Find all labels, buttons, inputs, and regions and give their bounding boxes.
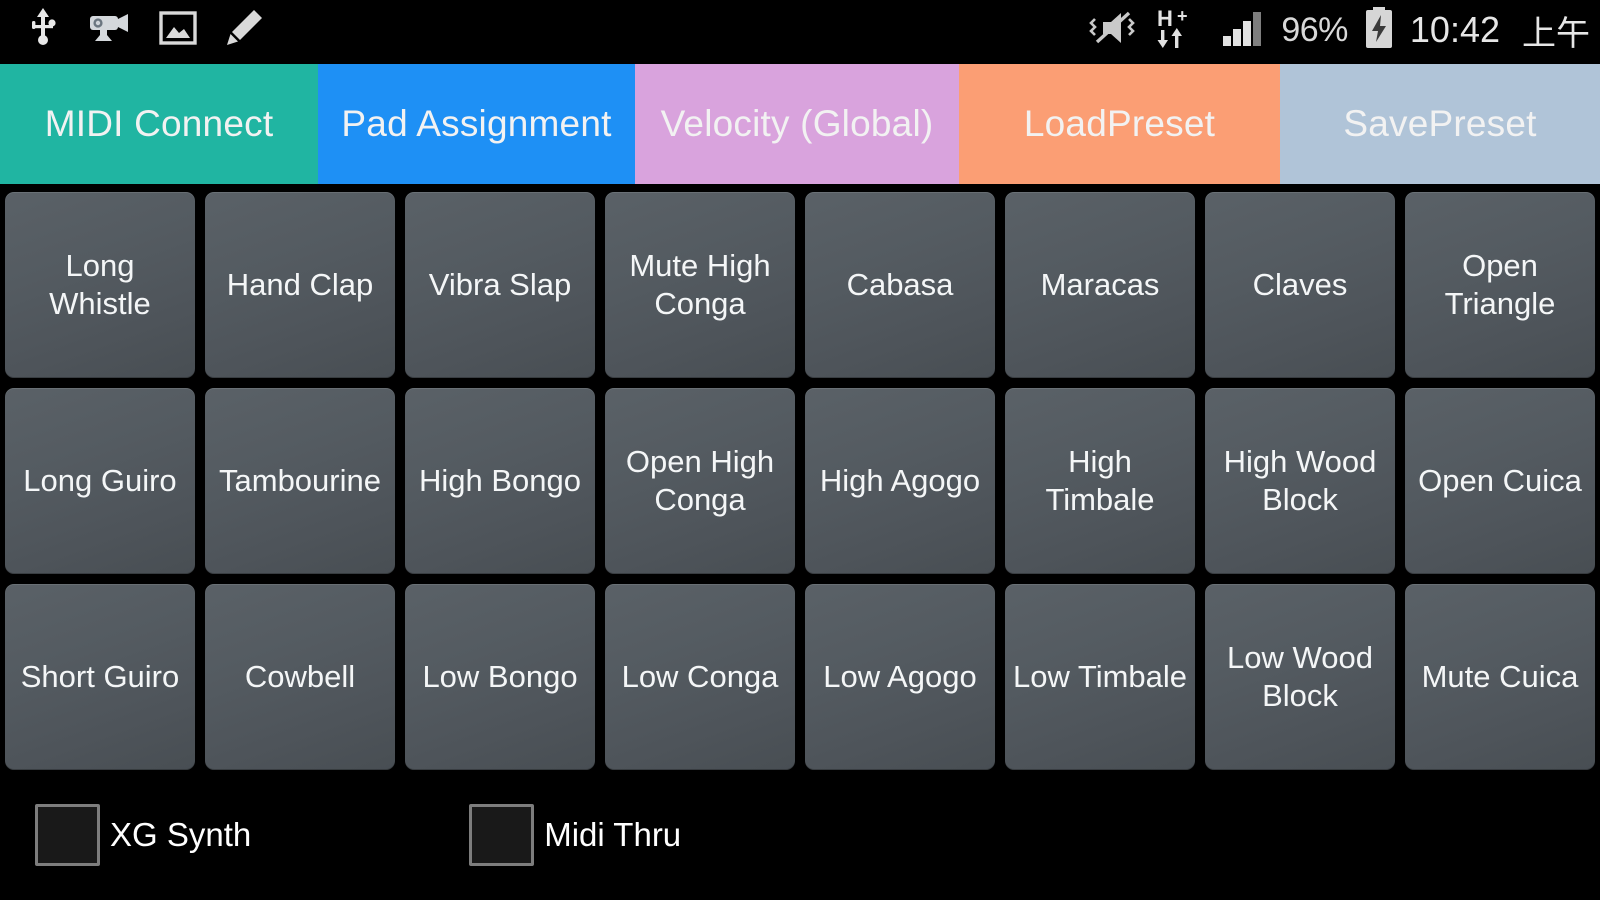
drum-pad[interactable]: Low Wood Block bbox=[1205, 584, 1395, 770]
drum-pad[interactable]: Maracas bbox=[1005, 192, 1195, 378]
drum-pad[interactable]: Low Conga bbox=[605, 584, 795, 770]
tab-bar: MIDI Connect Pad Assignment Velocity (Gl… bbox=[0, 64, 1600, 184]
drum-pad[interactable]: High Agogo bbox=[805, 388, 995, 574]
drum-pad[interactable]: Long Whistle bbox=[5, 192, 195, 378]
status-bar-left-icons bbox=[0, 7, 264, 53]
drum-pad[interactable]: Cowbell bbox=[205, 584, 395, 770]
pad-label: Low Timbale bbox=[1012, 658, 1188, 694]
bottom-options-bar: XG Synth Midi Thru bbox=[0, 770, 1600, 900]
drum-pad[interactable]: Tambourine bbox=[205, 388, 395, 574]
gallery-image-icon bbox=[158, 10, 198, 51]
screen-recorder-camera-icon bbox=[86, 10, 132, 51]
status-bar-right-icons: H + 96% 10:42 上午 bbox=[1087, 0, 1590, 60]
drum-pad[interactable]: Low Timbale bbox=[1005, 584, 1195, 770]
pad-label: Claves bbox=[1252, 266, 1348, 302]
drum-pad[interactable]: High Wood Block bbox=[1205, 388, 1395, 574]
battery-charging-icon bbox=[1362, 6, 1396, 54]
pad-label: Mute High Conga bbox=[629, 247, 771, 321]
pad-label: Cabasa bbox=[846, 266, 954, 302]
svg-text:H: H bbox=[1157, 6, 1173, 31]
tab-load-preset[interactable]: LoadPreset bbox=[959, 64, 1280, 184]
pad-label: High Bongo bbox=[418, 462, 581, 498]
pad-label: Long Whistle bbox=[49, 247, 151, 321]
drum-pad[interactable]: Mute High Conga bbox=[605, 192, 795, 378]
pad-label: Cowbell bbox=[244, 658, 356, 694]
tab-label: SavePreset bbox=[1343, 103, 1537, 144]
drum-pad[interactable]: Hand Clap bbox=[205, 192, 395, 378]
midi-thru-checkbox[interactable] bbox=[469, 804, 535, 866]
pad-label: Low Wood Block bbox=[1227, 639, 1373, 713]
drum-pad[interactable]: Open Triangle bbox=[1405, 192, 1595, 378]
pad-row: Short Guiro Cowbell Low Bongo Low Conga … bbox=[5, 584, 1595, 770]
tab-label: MIDI Connect bbox=[44, 103, 274, 144]
xg-synth-label: XG Synth bbox=[110, 816, 252, 853]
tab-label: Velocity (Global) bbox=[660, 103, 934, 144]
tab-save-preset[interactable]: SavePreset bbox=[1280, 64, 1600, 184]
sound-mute-vibrate-icon bbox=[1087, 8, 1141, 53]
status-bar: H + 96% 10:42 上午 bbox=[0, 0, 1600, 60]
pad-label: Open High Conga bbox=[625, 443, 775, 517]
pad-label: Open Cuica bbox=[1418, 462, 1582, 498]
pad-label: Low Conga bbox=[621, 658, 779, 694]
pad-row: Long Whistle Hand Clap Vibra Slap Mute H… bbox=[5, 192, 1595, 378]
drum-pad[interactable]: Long Guiro bbox=[5, 388, 195, 574]
drum-pad[interactable]: Mute Cuica bbox=[1405, 584, 1595, 770]
drum-pad[interactable]: Open High Conga bbox=[605, 388, 795, 574]
drum-pad[interactable]: Open Cuica bbox=[1405, 388, 1595, 574]
tab-velocity-global[interactable]: Velocity (Global) bbox=[635, 64, 959, 184]
signal-bars-icon bbox=[1221, 8, 1267, 53]
midi-thru-label: Midi Thru bbox=[544, 816, 682, 853]
battery-percent-label: 96% bbox=[1281, 10, 1348, 49]
tab-label: LoadPreset bbox=[1023, 103, 1216, 144]
pad-label: Long Guiro bbox=[23, 462, 177, 498]
pad-label: Vibra Slap bbox=[428, 266, 572, 302]
pad-label: Short Guiro bbox=[20, 658, 180, 694]
pad-label: High Timbale bbox=[1045, 443, 1155, 517]
tab-label: Pad Assignment bbox=[341, 103, 612, 144]
usb-icon bbox=[26, 7, 60, 53]
pad-label: Open Triangle bbox=[1444, 247, 1556, 321]
drum-pad[interactable]: Claves bbox=[1205, 192, 1395, 378]
drum-pad-grid: Long Whistle Hand Clap Vibra Slap Mute H… bbox=[5, 192, 1595, 770]
clock-time-label: 10:42 bbox=[1409, 9, 1500, 50]
pad-label: Mute Cuica bbox=[1421, 658, 1579, 694]
pad-label: Low Bongo bbox=[422, 658, 578, 694]
svg-text:+: + bbox=[1177, 6, 1188, 26]
tab-pad-assignment[interactable]: Pad Assignment bbox=[318, 64, 635, 184]
pad-row: Long Guiro Tambourine High Bongo Open Hi… bbox=[5, 388, 1595, 574]
drum-pad[interactable]: Cabasa bbox=[805, 192, 995, 378]
midi-thru-option[interactable]: Midi Thru bbox=[469, 804, 681, 866]
pencil-edit-icon bbox=[224, 8, 264, 53]
pad-label: Hand Clap bbox=[226, 266, 374, 302]
pad-label: Maracas bbox=[1040, 266, 1160, 302]
pad-label: Tambourine bbox=[219, 462, 381, 498]
drum-pad[interactable]: Low Bongo bbox=[405, 584, 595, 770]
drum-pad[interactable]: Vibra Slap bbox=[405, 192, 595, 378]
hsdpa-plus-data-icon: H + bbox=[1155, 6, 1207, 55]
clock-ampm-label: 上午 bbox=[1522, 14, 1590, 53]
tab-midi-connect[interactable]: MIDI Connect bbox=[0, 64, 318, 184]
drum-pad[interactable]: Low Agogo bbox=[805, 584, 995, 770]
pad-label: High Agogo bbox=[819, 462, 981, 498]
pad-label: Low Agogo bbox=[823, 658, 977, 694]
pad-label: High Wood Block bbox=[1223, 443, 1377, 517]
drum-pad[interactable]: High Timbale bbox=[1005, 388, 1195, 574]
drum-pad[interactable]: Short Guiro bbox=[5, 584, 195, 770]
drum-pad[interactable]: High Bongo bbox=[405, 388, 595, 574]
xg-synth-option[interactable]: XG Synth bbox=[35, 804, 251, 866]
xg-synth-checkbox[interactable] bbox=[35, 804, 100, 866]
